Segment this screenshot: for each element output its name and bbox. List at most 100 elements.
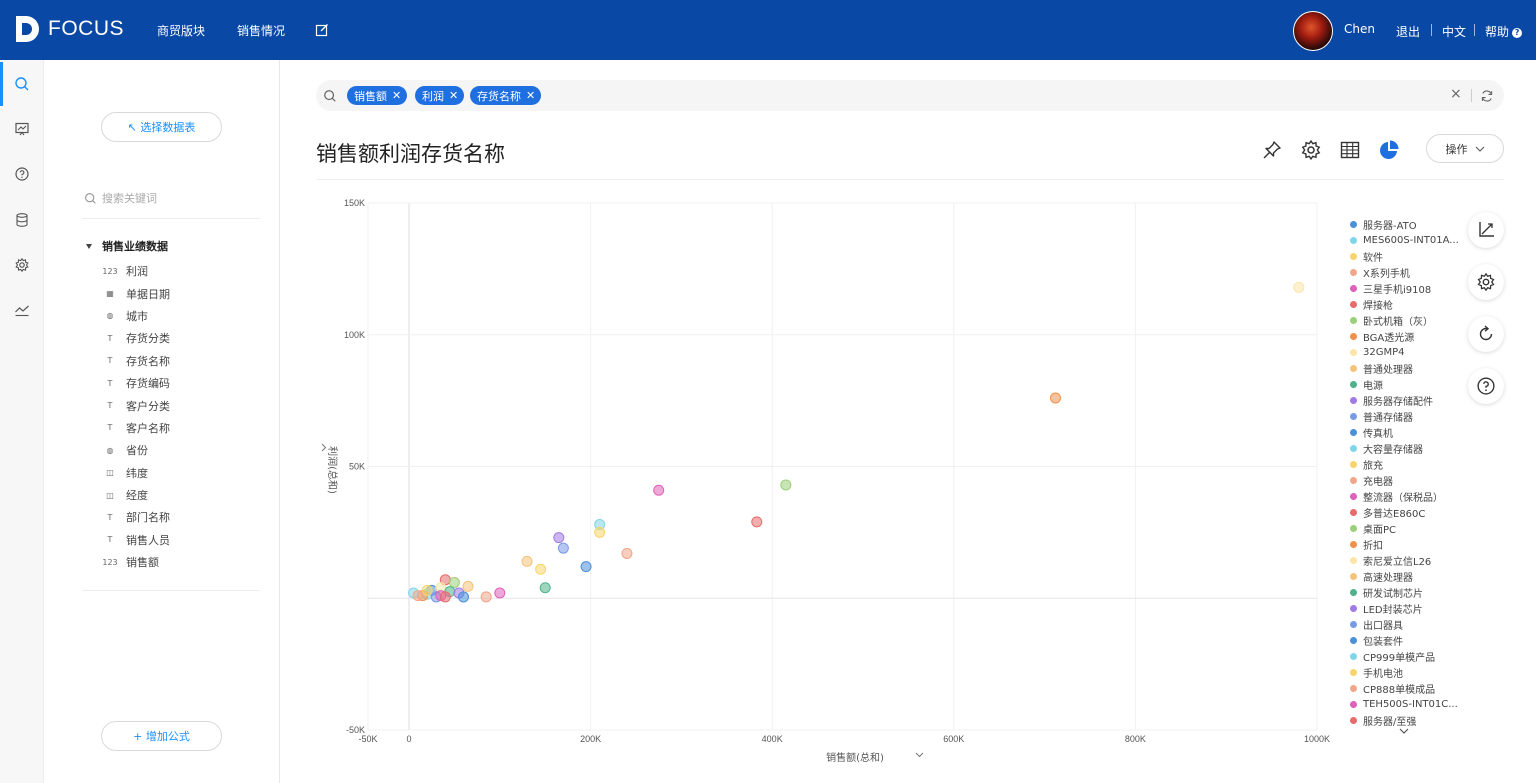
- legend-item[interactable]: 电源: [1350, 376, 1465, 392]
- legend-item[interactable]: 大容量存储器: [1350, 440, 1465, 456]
- search-tag-profit[interactable]: 利润 ✕: [415, 86, 465, 105]
- legend-label: 传真机: [1363, 428, 1393, 440]
- page-title: 销售额利润存货名称: [316, 142, 505, 166]
- nav-item-trade[interactable]: 商贸版块: [157, 22, 205, 39]
- remove-tag-icon[interactable]: ✕: [526, 89, 535, 102]
- legend-dot: [1350, 348, 1357, 356]
- legend-item[interactable]: 卧式机箱（灰）: [1350, 312, 1465, 328]
- field-item[interactable]: ▦ 单据日期: [102, 282, 262, 304]
- rail-dashboard[interactable]: [0, 107, 44, 151]
- pin-button[interactable]: [1260, 138, 1284, 162]
- search-bar[interactable]: 销售额 ✕ 利润 ✕ 存货名称 ✕ ×: [316, 80, 1504, 111]
- tree-root-sales-data[interactable]: 销售业绩数据: [86, 238, 168, 254]
- legend-item[interactable]: BGA透光源: [1350, 328, 1465, 344]
- rail-search[interactable]: [0, 62, 44, 106]
- field-item[interactable]: T 部门名称: [102, 506, 262, 528]
- legend-dot: [1350, 364, 1357, 372]
- legend-item[interactable]: 普通存储器: [1350, 408, 1465, 424]
- field-item[interactable]: ◫ 纬度: [102, 462, 262, 484]
- field-item[interactable]: T 存货名称: [102, 350, 262, 372]
- remove-tag-icon[interactable]: ✕: [449, 89, 458, 102]
- add-formula-button[interactable]: + 增加公式: [101, 721, 222, 751]
- reload-button[interactable]: [1468, 316, 1504, 352]
- legend-dot: [1350, 604, 1357, 612]
- language-link[interactable]: 中文: [1442, 23, 1466, 40]
- logo[interactable]: FOCUS: [14, 14, 124, 44]
- axis-settings-button[interactable]: [1468, 212, 1504, 248]
- field-item[interactable]: T 销售人员: [102, 529, 262, 551]
- legend-item[interactable]: 包装套件: [1350, 632, 1465, 648]
- rail-help[interactable]: [0, 152, 44, 196]
- avatar[interactable]: [1293, 11, 1333, 51]
- rail-settings[interactable]: [0, 243, 44, 287]
- legend-item[interactable]: 普通处理器: [1350, 360, 1465, 376]
- table-view-button[interactable]: [1338, 138, 1362, 162]
- field-item[interactable]: T 客户分类: [102, 394, 262, 416]
- legend-item[interactable]: 旅充: [1350, 456, 1465, 472]
- logout-link[interactable]: 退出: [1396, 23, 1420, 40]
- legend-dot: [1350, 652, 1357, 660]
- field-item[interactable]: ◫ 经度: [102, 484, 262, 506]
- map-icon: ◫: [106, 468, 114, 478]
- legend-item[interactable]: 索尼爱立信L26: [1350, 552, 1465, 568]
- chart-settings-button[interactable]: [1299, 138, 1323, 162]
- remove-tag-icon[interactable]: ✕: [392, 89, 401, 102]
- help-link[interactable]: 帮助?: [1485, 23, 1523, 40]
- field-item[interactable]: 123 利润: [102, 260, 262, 282]
- legend-item[interactable]: 充电器: [1350, 472, 1465, 488]
- legend-item[interactable]: TEH500S-INT01C...: [1350, 696, 1465, 712]
- legend-item[interactable]: CP999单模产品: [1350, 648, 1465, 664]
- legend-item[interactable]: 软件: [1350, 248, 1465, 264]
- legend-more-icon[interactable]: [1398, 726, 1410, 736]
- legend-item[interactable]: 研发试制芯片: [1350, 584, 1465, 600]
- legend-item[interactable]: 手机电池: [1350, 664, 1465, 680]
- legend-item[interactable]: 三星手机i9108: [1350, 280, 1465, 296]
- legend-item[interactable]: MES600S-INT01A...: [1350, 232, 1465, 248]
- number-icon: 123: [102, 557, 118, 567]
- keyword-search[interactable]: 搜索关键词: [84, 188, 260, 208]
- chart-type-button[interactable]: [1377, 138, 1401, 162]
- legend-label: BGA透光源: [1363, 332, 1415, 344]
- rail-database[interactable]: [0, 198, 44, 242]
- legend-item[interactable]: CP888单模成品: [1350, 680, 1465, 696]
- legend-label: 整流器（保税品）: [1363, 492, 1443, 504]
- search-icon: [15, 77, 29, 91]
- legend-item[interactable]: 高速处理器: [1350, 568, 1465, 584]
- field-item[interactable]: ◍ 城市: [102, 305, 262, 327]
- field-item[interactable]: T 客户名称: [102, 417, 262, 439]
- nav-item-sales[interactable]: 销售情况: [237, 22, 285, 39]
- chart-help-button[interactable]: [1468, 368, 1504, 404]
- edit-icon[interactable]: [315, 23, 329, 37]
- scatter-point: [439, 591, 451, 603]
- legend-item[interactable]: 整流器（保税品）: [1350, 488, 1465, 504]
- search-tag-item-name[interactable]: 存货名称 ✕: [470, 86, 542, 105]
- legend-item[interactable]: 折扣: [1350, 536, 1465, 552]
- legend-item[interactable]: 服务器存储配件: [1350, 392, 1465, 408]
- field-item[interactable]: T 存货分类: [102, 327, 262, 349]
- legend-item[interactable]: 多普达E860C: [1350, 504, 1465, 520]
- display-settings-button[interactable]: [1468, 264, 1504, 300]
- field-label: 利润: [126, 265, 148, 279]
- user-name[interactable]: Chen: [1344, 22, 1375, 36]
- legend-item[interactable]: 32GMP4: [1350, 344, 1465, 360]
- legend-item[interactable]: LED封装芯片: [1350, 600, 1465, 616]
- field-item[interactable]: 123 销售额: [102, 551, 262, 573]
- search-tag-sales[interactable]: 销售额 ✕: [347, 86, 408, 105]
- select-table-button[interactable]: ↖ 选择数据表: [101, 112, 222, 142]
- x-tick-label: 600K: [943, 734, 964, 744]
- legend-item[interactable]: 服务器-ATO: [1350, 216, 1465, 232]
- operate-dropdown[interactable]: 操作: [1426, 134, 1504, 163]
- field-item[interactable]: T 存货编码: [102, 372, 262, 394]
- legend-item[interactable]: X系列手机: [1350, 264, 1465, 280]
- legend-item[interactable]: 传真机: [1350, 424, 1465, 440]
- legend-label: 普通处理器: [1363, 364, 1413, 376]
- field-item[interactable]: ◍ 省份: [102, 439, 262, 461]
- legend-label: CP999单模产品: [1363, 652, 1436, 664]
- scatter-chart[interactable]: -50K 0 200K 400K 600K 800K 1000K -50K 50K 100K 150…: [300, 190, 1340, 770]
- refresh-icon[interactable]: [1480, 89, 1494, 103]
- clear-search-icon[interactable]: ×: [1450, 86, 1462, 102]
- rail-trend[interactable]: [0, 288, 44, 332]
- legend-item[interactable]: 桌面PC: [1350, 520, 1465, 536]
- legend-item[interactable]: 出口器具: [1350, 616, 1465, 632]
- legend-item[interactable]: 焊接枪: [1350, 296, 1465, 312]
